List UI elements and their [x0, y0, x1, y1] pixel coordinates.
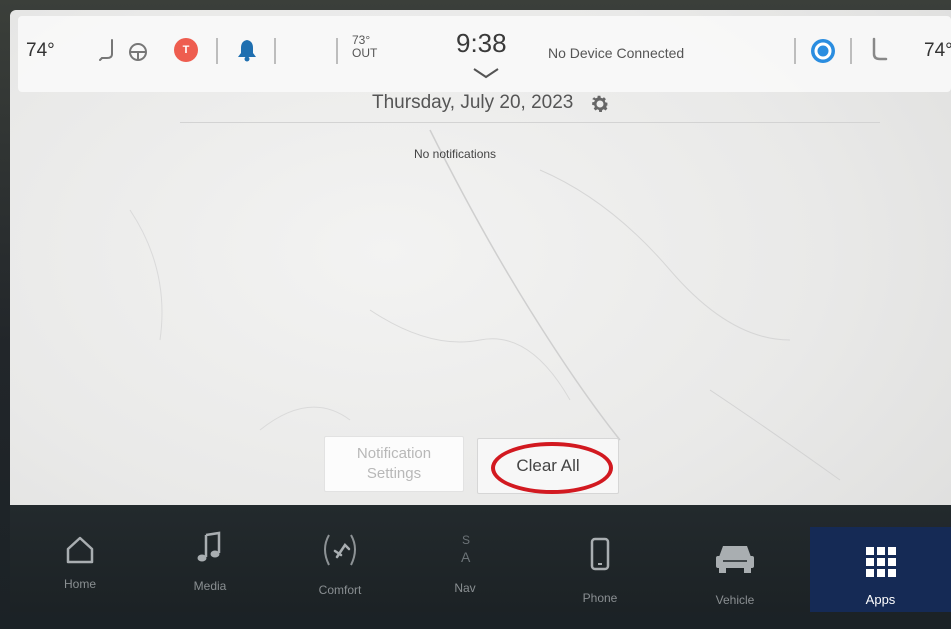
outside-temperature: 73° OUT: [352, 34, 377, 60]
music-note-icon: [197, 531, 221, 562]
heated-steering-wheel-icon[interactable]: [128, 42, 148, 62]
profile-avatar[interactable]: T: [174, 38, 198, 62]
date-header: Thursday, July 20, 2023: [10, 90, 951, 120]
header-divider: [180, 122, 880, 123]
device-connection-status[interactable]: No Device Connected: [548, 45, 684, 61]
status-separator: [850, 38, 852, 64]
nav-media-label: Media: [193, 579, 227, 593]
infotainment-screen: 74° T 73° OUT 9:38 No Device Connected 7…: [10, 10, 951, 612]
passenger-temperature[interactable]: 74°: [924, 40, 951, 62]
voice-assistant-icon[interactable]: [810, 38, 836, 64]
nav-vehicle-label: Vehicle: [715, 593, 755, 607]
status-separator: [794, 38, 796, 64]
nav-phone[interactable]: Phone: [560, 505, 640, 612]
nav-vehicle[interactable]: Vehicle: [695, 505, 775, 612]
seat-icon[interactable]: [98, 38, 120, 62]
seat-heat-icon: [324, 534, 356, 566]
notification-settings-button[interactable]: Notification Settings: [324, 436, 464, 492]
outside-temperature-label: OUT: [352, 46, 378, 60]
nav-home-label: Home: [63, 577, 96, 591]
passenger-seat-icon[interactable]: [868, 36, 890, 64]
grid-icon: [865, 547, 896, 577]
status-separator: [274, 38, 276, 64]
compass-letter-a: A: [461, 549, 471, 565]
nav-home[interactable]: Home: [40, 505, 120, 612]
status-separator: [336, 38, 338, 64]
chevron-down-icon[interactable]: [471, 66, 501, 80]
nav-comfort[interactable]: Comfort: [295, 505, 385, 612]
status-bar: 74° T 73° OUT 9:38 No Device Connected 7…: [18, 16, 951, 92]
gear-icon[interactable]: [588, 92, 612, 116]
bell-icon[interactable]: [236, 37, 258, 63]
nav-apps[interactable]: Apps: [810, 527, 951, 612]
home-icon: [66, 536, 94, 564]
compass-letter-s: S: [462, 533, 471, 547]
nav-media[interactable]: Media: [170, 505, 250, 612]
phone-icon: [590, 537, 610, 571]
clear-all-button[interactable]: Clear All: [477, 438, 619, 494]
current-date: Thursday, July 20, 2023: [372, 92, 574, 113]
driver-temperature[interactable]: 74°: [26, 40, 55, 62]
notification-settings-label-line1: Notification: [356, 445, 432, 462]
nav-apps-label: Apps: [865, 592, 896, 607]
status-separator: [216, 38, 218, 64]
clock: 9:38: [456, 28, 507, 58]
empty-notifications-message: No notifications: [414, 147, 497, 161]
nav-phone-label: Phone: [582, 591, 618, 605]
nav-navigation-label: Nav: [454, 581, 476, 595]
car-icon: [716, 546, 754, 573]
notification-settings-label-line2: Settings: [366, 465, 422, 482]
nav-navigation[interactable]: S A Nav: [430, 505, 500, 612]
bottom-navigation-bar: Home Media Comfort S A Nav Phone Vehicle…: [10, 505, 951, 612]
nav-comfort-label: Comfort: [318, 583, 362, 597]
